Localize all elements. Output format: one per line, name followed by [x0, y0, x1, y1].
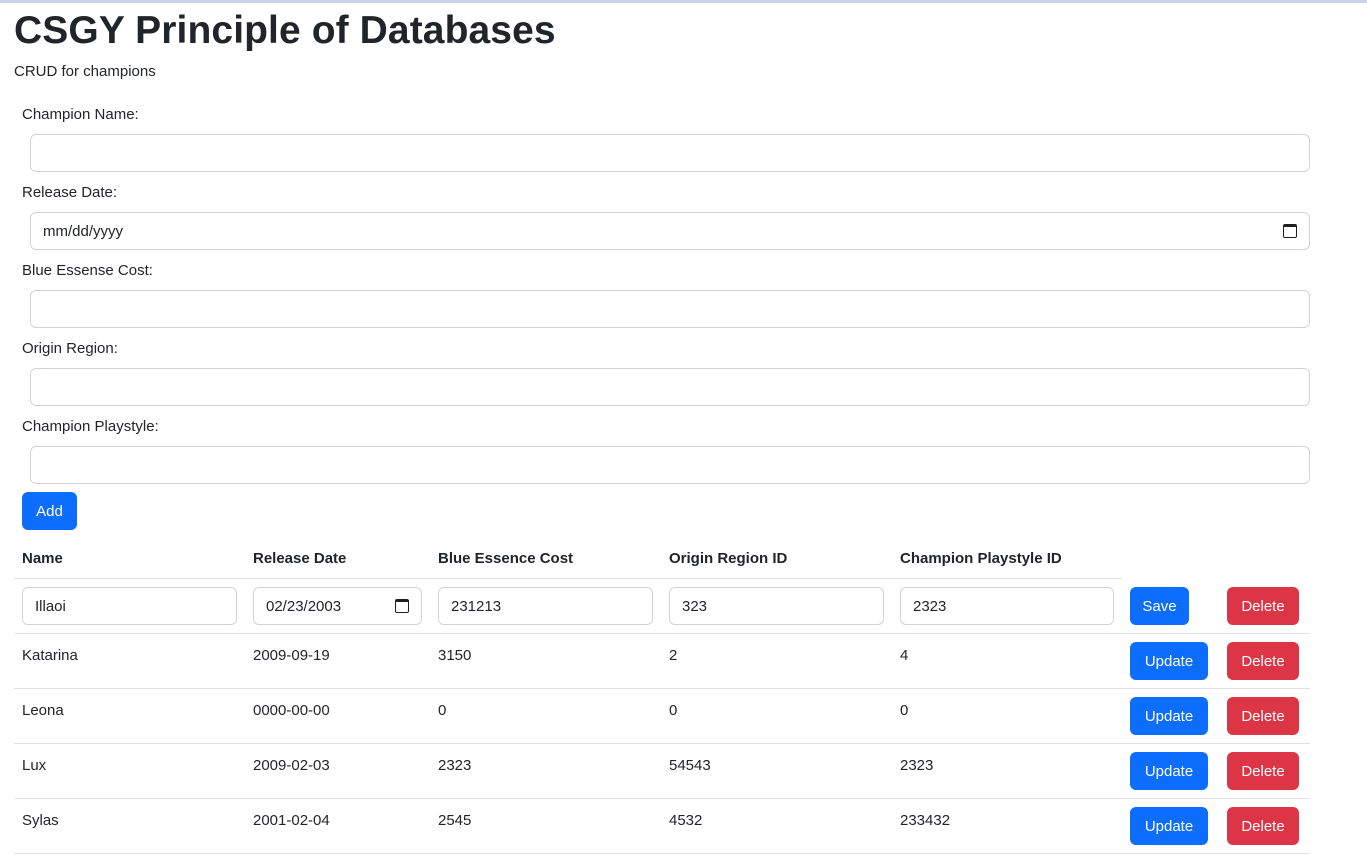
edit-release-date-input[interactable]: 02/23/2003: [253, 587, 422, 625]
blue-essence-cost-input[interactable]: [30, 290, 1310, 328]
cell-release-date: 2009-09-19: [253, 647, 330, 664]
row-divider: [14, 798, 1310, 799]
cell-playstyle: 4: [900, 647, 909, 664]
header-divider: [14, 578, 1122, 579]
delete-button[interactable]: Delete: [1227, 697, 1299, 735]
cell-region: 0: [669, 702, 678, 719]
delete-button[interactable]: Delete: [1227, 587, 1299, 625]
origin-region-label: Origin Region:: [22, 340, 118, 357]
add-button[interactable]: Add: [22, 492, 77, 530]
cell-name: Sylas: [22, 812, 59, 829]
cell-name: Katarina: [22, 647, 78, 664]
page-subtitle: CRUD for champions: [14, 63, 156, 80]
release-date-placeholder: mm/dd/yyyy: [43, 222, 124, 240]
cell-release-date: 2001-02-04: [253, 812, 330, 829]
update-button[interactable]: Update: [1130, 642, 1208, 680]
edit-playstyle-input[interactable]: 2323: [900, 587, 1114, 625]
cell-playstyle: 233432: [900, 812, 951, 829]
save-button[interactable]: Save: [1130, 587, 1189, 625]
calendar-icon[interactable]: [395, 599, 409, 613]
cell-release-date: 2009-02-03: [253, 757, 330, 774]
cell-name: Leona: [22, 702, 64, 719]
column-header-release-date: Release Date: [253, 550, 347, 567]
delete-button[interactable]: Delete: [1227, 807, 1299, 845]
delete-button[interactable]: Delete: [1227, 752, 1299, 790]
cell-playstyle: 0: [900, 702, 909, 719]
row-divider: [14, 688, 1310, 689]
origin-region-input[interactable]: [30, 368, 1310, 406]
column-header-origin-region-id: Origin Region ID: [669, 550, 788, 567]
champion-playstyle-label: Champion Playstyle:: [22, 418, 159, 435]
champion-name-input[interactable]: [30, 134, 1310, 172]
calendar-icon[interactable]: [1283, 224, 1297, 238]
cell-region: 54543: [669, 757, 711, 774]
update-button[interactable]: Update: [1130, 697, 1208, 735]
row-divider: [14, 633, 1310, 634]
delete-button[interactable]: Delete: [1227, 642, 1299, 680]
column-header-blue-essence-cost: Blue Essence Cost: [438, 550, 574, 567]
blue-essence-cost-label: Blue Essense Cost:: [22, 262, 153, 279]
cell-release-date: 0000-00-00: [253, 702, 330, 719]
update-button[interactable]: Update: [1130, 752, 1208, 790]
cell-region: 2: [669, 647, 678, 664]
update-button[interactable]: Update: [1130, 807, 1208, 845]
cell-name: Lux: [22, 757, 47, 774]
edit-region-input[interactable]: 323: [669, 587, 884, 625]
column-header-champion-playstyle-id: Champion Playstyle ID: [900, 550, 1062, 567]
cell-cost: 2545: [438, 812, 472, 829]
page-title: CSGY Principle of Databases: [14, 9, 556, 52]
edit-name-input[interactable]: Illaoi: [22, 587, 237, 625]
champion-playstyle-input[interactable]: [30, 446, 1310, 484]
champion-name-label: Champion Name:: [22, 106, 139, 123]
edit-cost-input[interactable]: 231213: [438, 587, 653, 625]
cell-region: 4532: [669, 812, 703, 829]
column-header-name: Name: [22, 550, 63, 567]
row-divider: [14, 853, 1310, 854]
cell-cost: 0: [438, 702, 447, 719]
cell-cost: 3150: [438, 647, 472, 664]
edit-release-date-value: 02/23/2003: [266, 597, 342, 615]
cell-cost: 2323: [438, 757, 472, 774]
release-date-input[interactable]: mm/dd/yyyy: [30, 212, 1310, 250]
cell-playstyle: 2323: [900, 757, 934, 774]
release-date-label: Release Date:: [22, 184, 118, 201]
row-divider: [14, 743, 1310, 744]
